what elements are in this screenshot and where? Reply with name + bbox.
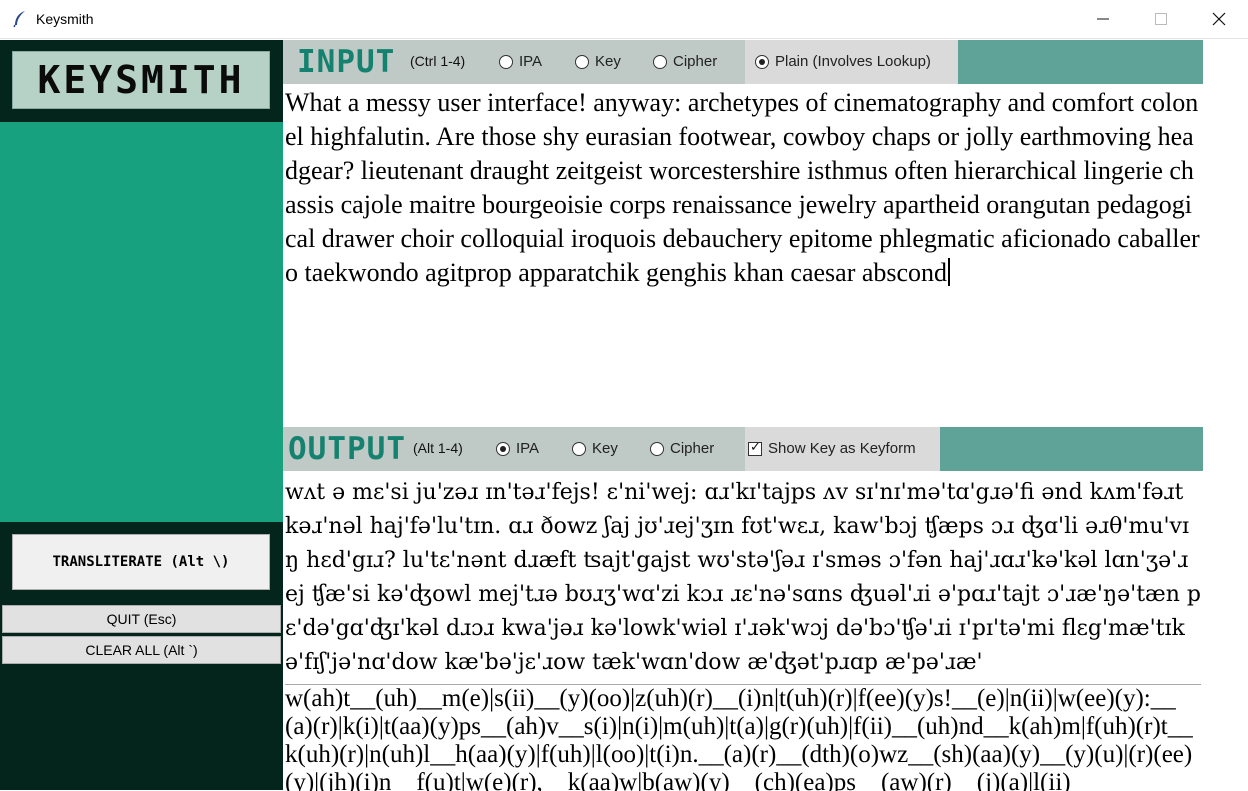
input-text: What a messy user interface! anyway: arc…: [285, 88, 1200, 287]
output-options-group: OUTPUT (Alt 1-4) IPA Key Cipher Show Key…: [283, 427, 940, 471]
minimize-icon: [1097, 18, 1109, 20]
maximize-icon: [1155, 13, 1167, 25]
input-textarea[interactable]: What a messy user interface! anyway: arc…: [285, 86, 1201, 424]
output-radio-ipa[interactable]: IPA: [496, 440, 539, 457]
output-radio-key[interactable]: Key: [572, 440, 618, 457]
input-heading: INPUT: [297, 44, 396, 80]
radio-icon: [653, 54, 667, 69]
output-ipa-textarea[interactable]: wʌt ə mɛ'si ju'zəɹ ɪn'təɹ'fejs! ɛ'ni'wej…: [285, 476, 1201, 680]
input-options-group: INPUT (Ctrl 1-4) IPA Key Cipher Plain (I…: [283, 40, 958, 84]
output-radio-key-label: Key: [592, 440, 618, 457]
output-heading: OUTPUT: [288, 431, 406, 467]
output-options-bar: OUTPUT (Alt 1-4) IPA Key Cipher Show Key…: [283, 427, 1203, 471]
main-panel: INPUT (Ctrl 1-4) IPA Key Cipher Plain (I…: [283, 40, 1203, 791]
output-radio-cipher[interactable]: Cipher: [650, 440, 714, 457]
radio-icon: [575, 54, 589, 69]
output-radio-cipher-label: Cipher: [670, 440, 715, 457]
right-margin: [1203, 40, 1248, 790]
radio-icon: [499, 54, 513, 69]
input-shortcut-hint: (Ctrl 1-4): [410, 53, 466, 69]
sidebar: KEYSMITH TRANSLITERATE (Alt \) QUIT (Esc…: [0, 40, 283, 790]
input-radio-plain-label: Plain (Involves Lookup): [775, 53, 931, 70]
window-title: Keysmith: [36, 11, 94, 27]
output-radio-ipa-label: IPA: [516, 440, 540, 457]
input-radio-plain[interactable]: Plain (Involves Lookup): [755, 53, 931, 70]
radio-icon: [650, 441, 664, 456]
input-radio-cipher[interactable]: Cipher: [653, 53, 717, 70]
radio-selected-icon: [755, 54, 769, 69]
transliterate-button[interactable]: TRANSLITERATE (Alt \): [12, 534, 270, 590]
title-bar: Keysmith: [0, 0, 1248, 39]
output-ipa-text: wʌt ə mɛ'si ju'zəɹ ɪn'təɹ'fejs! ɛ'ni'wej…: [285, 480, 1201, 675]
show-keyform-label: Show Key as Keyform: [768, 440, 916, 457]
input-radio-ipa[interactable]: IPA: [499, 53, 542, 70]
text-cursor: [948, 258, 951, 286]
clear-all-button[interactable]: CLEAR ALL (Alt `): [2, 636, 281, 664]
quit-button[interactable]: QUIT (Esc): [2, 605, 281, 633]
logo-band: KEYSMITH: [0, 40, 283, 122]
close-icon: [1212, 12, 1226, 26]
input-options-bar: INPUT (Ctrl 1-4) IPA Key Cipher Plain (I…: [283, 40, 1203, 84]
output-shortcut-hint: (Alt 1-4): [413, 440, 463, 456]
radio-icon: [572, 441, 586, 456]
input-radio-key[interactable]: Key: [575, 53, 621, 70]
close-button[interactable]: [1190, 0, 1248, 39]
checkbox-checked-icon: [748, 440, 762, 456]
feather-icon: [13, 11, 25, 28]
input-radio-ipa-label: IPA: [519, 53, 543, 70]
output-key-text: w(ah)t__(uh)__m(e)|s(ii)__(y)(oo)|z(uh)(…: [285, 685, 1193, 791]
logo: KEYSMITH: [12, 51, 270, 109]
logo-text: KEYSMITH: [37, 58, 245, 102]
output-key-textarea[interactable]: w(ah)t__(uh)__m(e)|s(ii)__(y)(oo)|z(uh)(…: [285, 684, 1201, 791]
input-radio-cipher-label: Cipher: [673, 53, 718, 70]
minimize-button[interactable]: [1074, 0, 1132, 39]
input-radio-key-label: Key: [595, 53, 621, 70]
maximize-button[interactable]: [1132, 0, 1190, 39]
actions-panel: TRANSLITERATE (Alt \) QUIT (Esc) CLEAR A…: [0, 522, 283, 790]
radio-selected-icon: [496, 441, 510, 456]
show-keyform-checkbox[interactable]: Show Key as Keyform: [748, 440, 916, 457]
